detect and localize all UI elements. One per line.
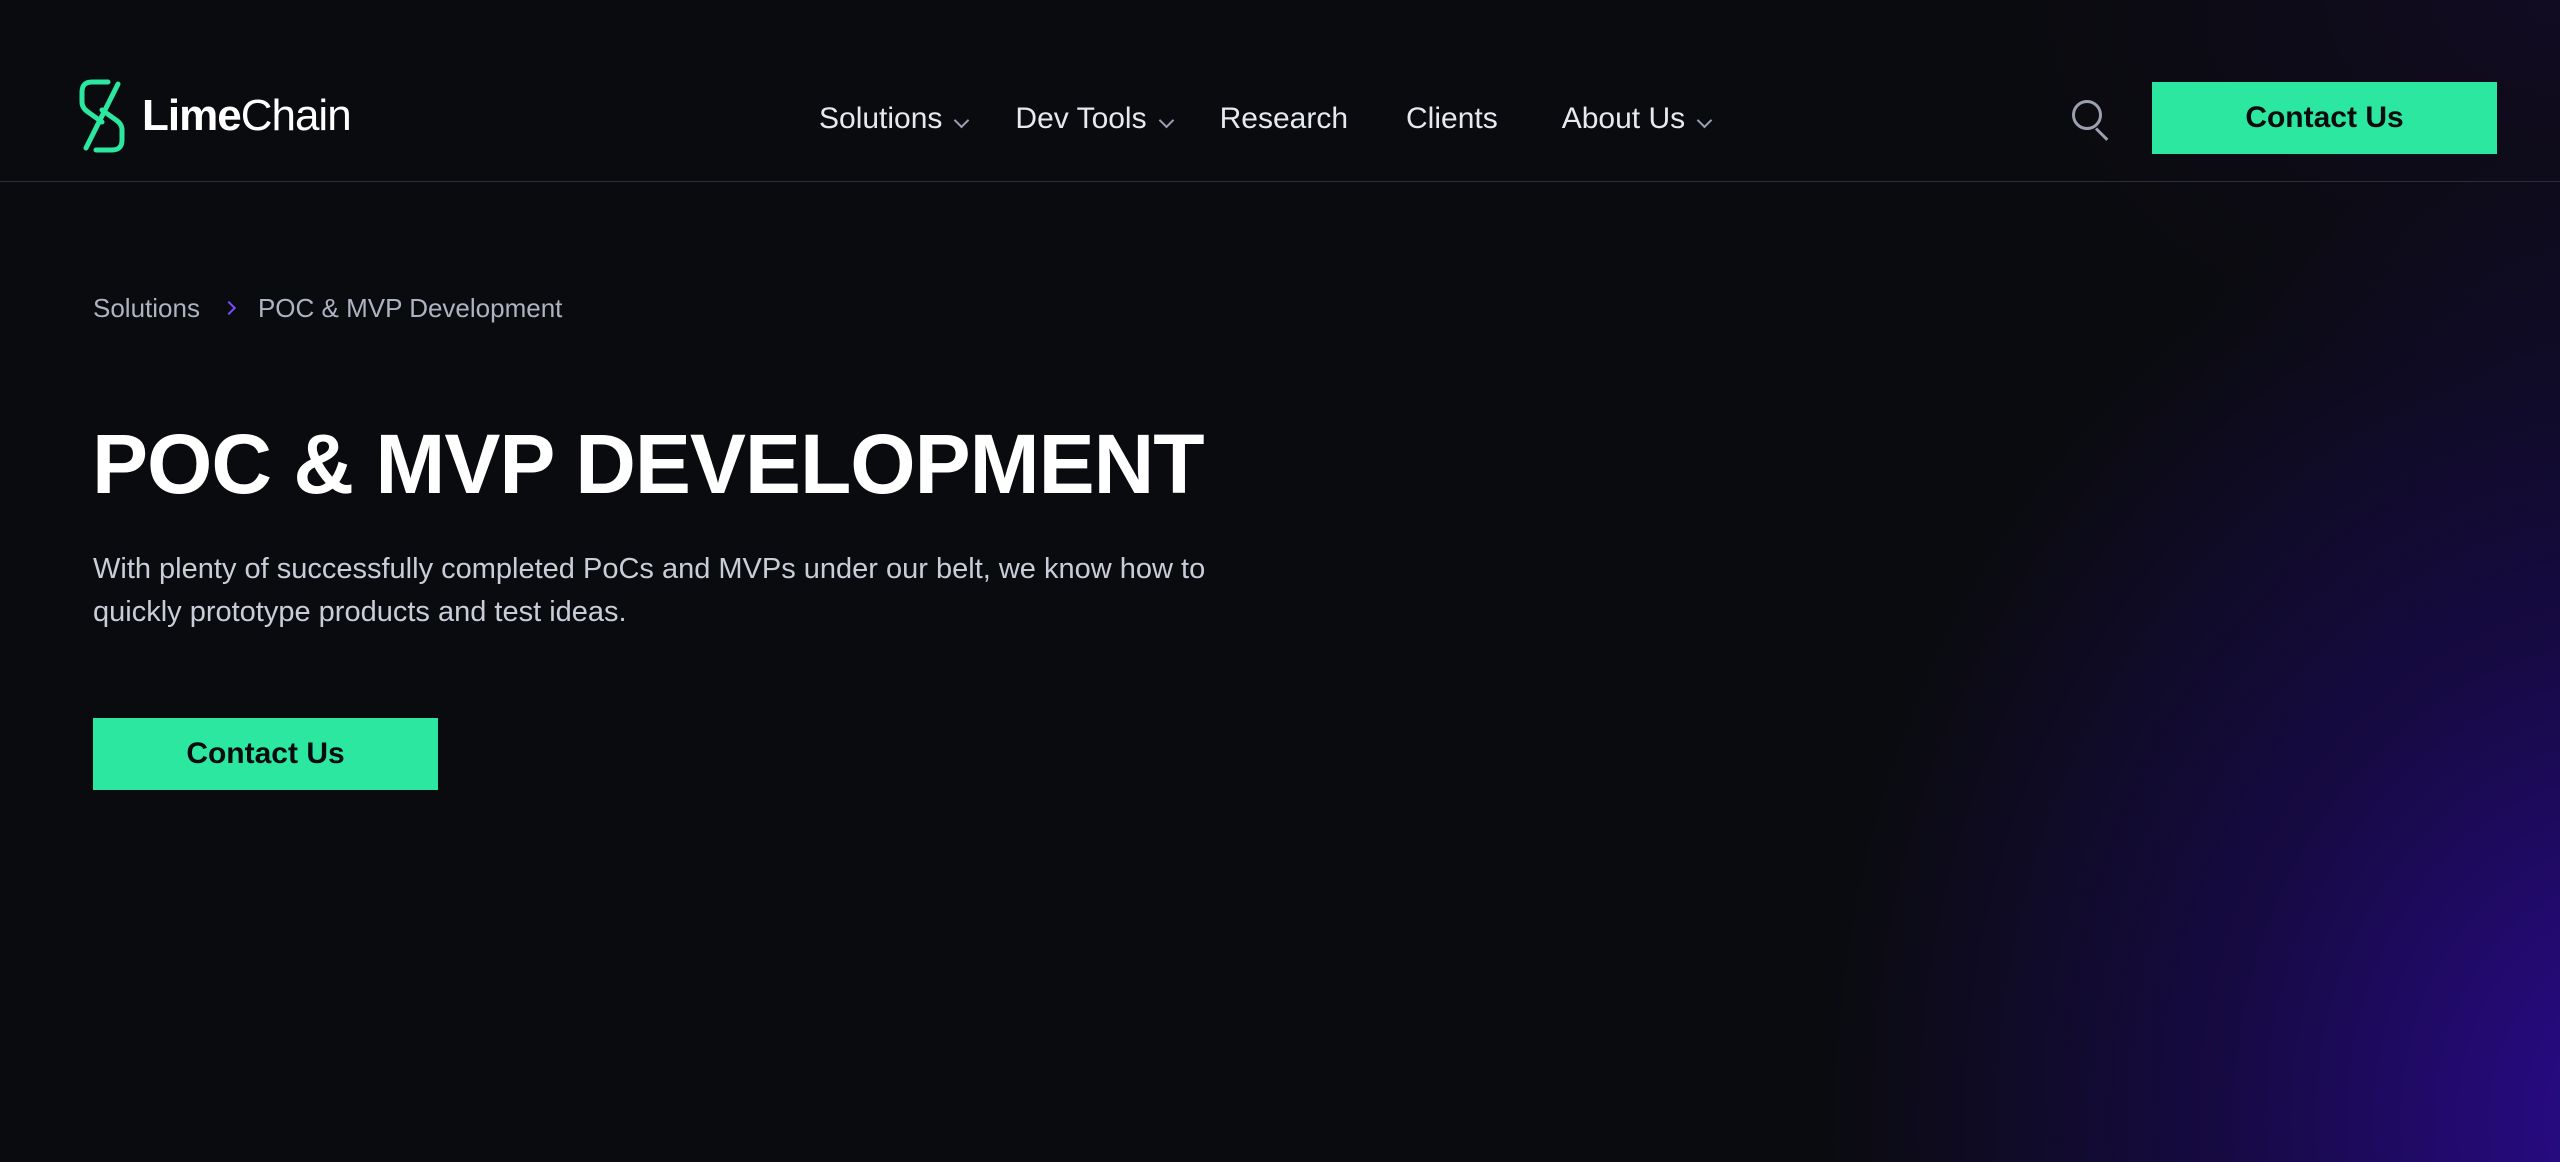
nav-item-label: Solutions (819, 102, 943, 135)
limechain-logo-icon (78, 78, 126, 154)
nav-item-solutions[interactable]: Solutions (819, 102, 970, 136)
brand-name-light: Chain (240, 91, 352, 140)
hero-description: With plenty of successfully completed Po… (93, 553, 1206, 628)
nav-item-research[interactable]: Research (1220, 102, 1348, 136)
header-contact-button[interactable]: Contact Us (2152, 82, 2497, 154)
brand-name-bold: Lime (142, 91, 242, 140)
breadcrumb-current: POC & MVP Development (257, 292, 563, 323)
chevron-down-icon (1158, 112, 1174, 128)
brand-logo[interactable]: LimeChain (78, 78, 352, 154)
chevron-down-icon (954, 112, 970, 128)
breadcrumb-item-solutions[interactable]: Solutions (93, 293, 200, 324)
nav-item-label: Research (1219, 102, 1349, 135)
nav-item-about-us[interactable]: About Us (1561, 102, 1713, 136)
nav-item-label: Clients (1406, 102, 1498, 135)
nav-item-label: Dev Tools (1015, 102, 1147, 135)
nav-item-label: About Us (1561, 102, 1686, 135)
brand-wordmark: LimeChain (142, 91, 352, 140)
nav-item-clients[interactable]: Clients (1406, 102, 1498, 136)
breadcrumb: Solutions POC & MVP Development (93, 290, 562, 326)
chevron-right-icon (221, 300, 237, 316)
hero-contact-button[interactable]: Contact Us (93, 718, 438, 790)
main-nav: Solutions Dev Tools Research Clients Abo… (819, 96, 1713, 142)
page-title: POC & MVP DEVELOPMENT (92, 417, 1205, 511)
site-header: LimeChain Solutions Dev Tools Research C… (0, 0, 2560, 182)
nav-item-dev-tools[interactable]: Dev Tools (1015, 102, 1174, 136)
chevron-down-icon (1696, 112, 1713, 128)
search-icon[interactable] (2070, 98, 2112, 141)
